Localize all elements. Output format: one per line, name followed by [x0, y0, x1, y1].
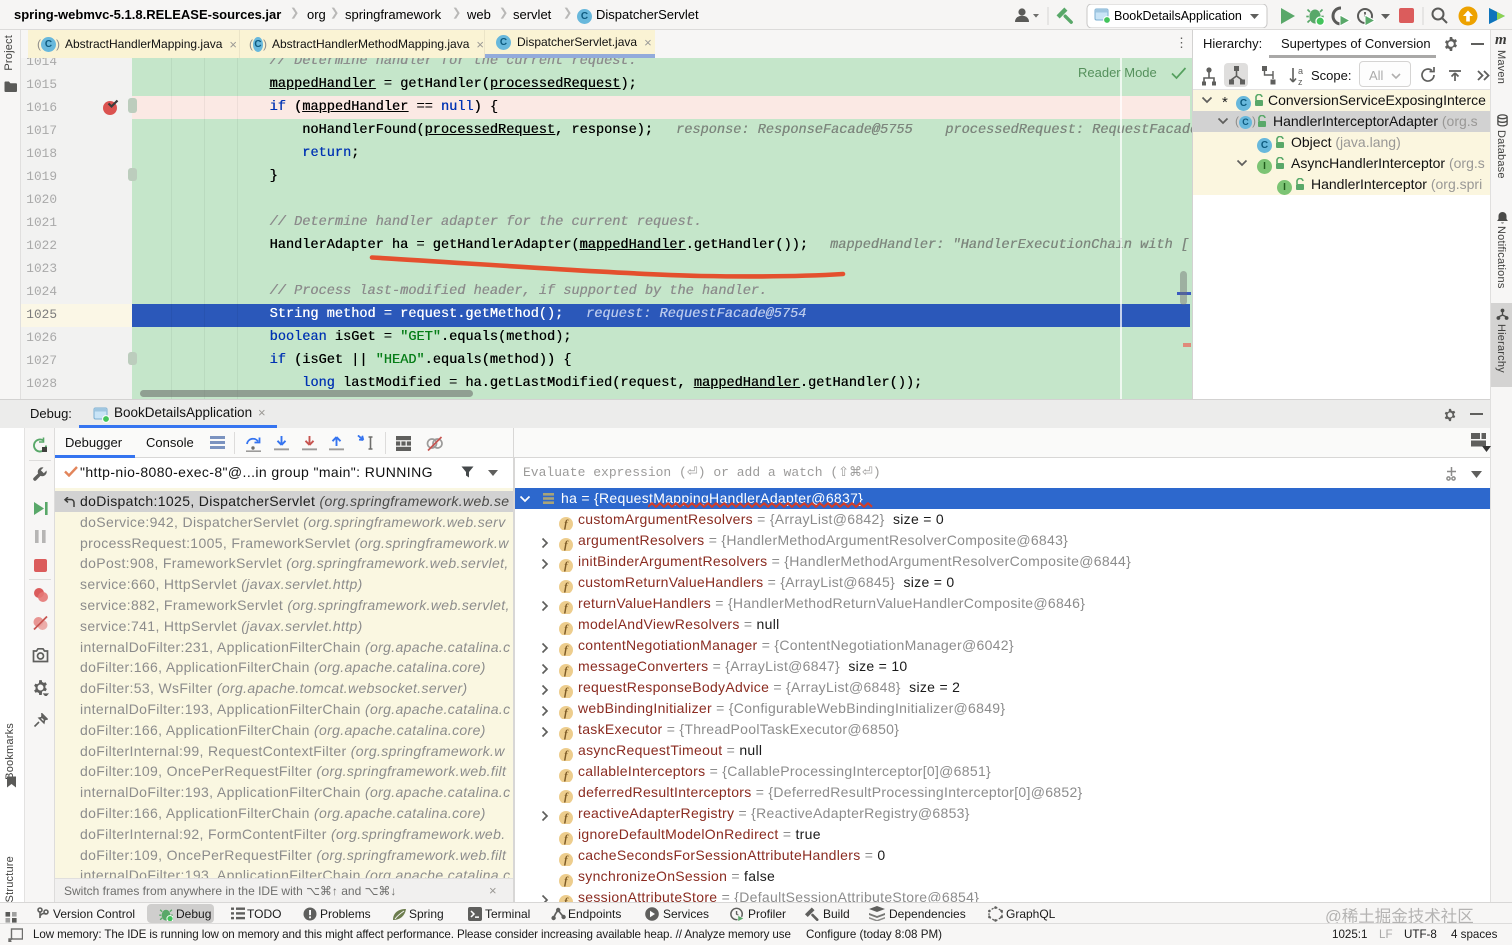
svg-text:a: a: [1298, 66, 1303, 76]
svg-text:BookDetailsApplication: BookDetailsApplication: [1114, 9, 1242, 23]
svg-text:z: z: [1298, 77, 1303, 86]
